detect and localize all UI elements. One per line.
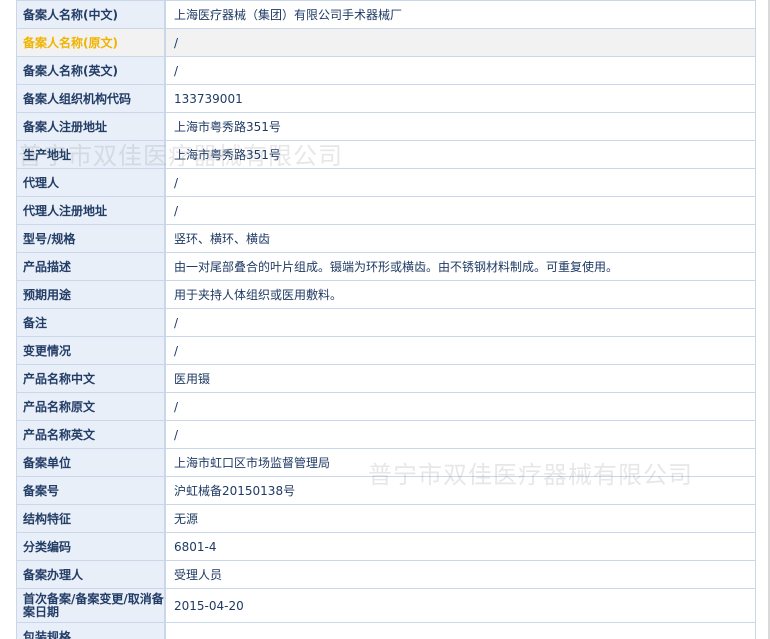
table-row: 备案人组织机构代码 133739001 bbox=[16, 84, 756, 113]
table-row: 备案人名称(英文) / bbox=[16, 56, 756, 85]
table-row: 分类编码 6801-4 bbox=[16, 532, 756, 561]
field-label: 结构特征 bbox=[16, 504, 166, 533]
table-row: 代理人注册地址 / bbox=[16, 196, 756, 225]
field-value: / bbox=[164, 196, 756, 225]
field-value: 上海医疗器械（集团）有限公司手术器械厂 bbox=[164, 0, 756, 29]
field-value: 133739001 bbox=[164, 84, 756, 113]
table-row: 备案人名称(中文) 上海医疗器械（集团）有限公司手术器械厂 bbox=[16, 0, 756, 29]
field-value: 2015-04-20 bbox=[164, 588, 756, 623]
field-value: 6801-4 bbox=[164, 532, 756, 561]
field-label: 备案人名称(原文) bbox=[16, 28, 166, 57]
field-label: 备案人组织机构代码 bbox=[16, 84, 166, 113]
field-label: 备案办理人 bbox=[16, 560, 166, 589]
field-value: / bbox=[164, 168, 756, 197]
field-value: 上海市虹口区市场监督管理局 bbox=[164, 448, 756, 477]
table-row: 预期用途 用于夹持人体组织或医用敷料。 bbox=[16, 280, 756, 309]
table-row: 型号/规格 竖环、横环、横齿 bbox=[16, 224, 756, 253]
field-label: 分类编码 bbox=[16, 532, 166, 561]
field-label: 备案单位 bbox=[16, 448, 166, 477]
table-row: 备案办理人 受理人员 bbox=[16, 560, 756, 589]
field-value: / bbox=[164, 56, 756, 85]
record-rows: 备案人名称(中文) 上海医疗器械（集团）有限公司手术器械厂 备案人名称(原文) / 备案… bbox=[16, 0, 756, 639]
field-value: 上海市粤秀路351号 bbox=[164, 140, 756, 169]
field-value: 无源 bbox=[164, 504, 756, 533]
field-value: 竖环、横环、横齿 bbox=[164, 224, 756, 253]
field-label: 产品名称原文 bbox=[16, 392, 166, 421]
field-value: / bbox=[164, 392, 756, 421]
field-value: 上海市粤秀路351号 bbox=[164, 112, 756, 141]
field-value bbox=[164, 622, 756, 639]
field-label: 产品名称中文 bbox=[16, 364, 166, 393]
table-row: 产品描述 由一对尾部叠合的叶片组成。镊端为环形或横齿。由不锈钢材料制成。可重复使用… bbox=[16, 252, 756, 281]
table-row: 产品名称中文 医用镊 bbox=[16, 364, 756, 393]
field-label: 备案人名称(英文) bbox=[16, 56, 166, 85]
table-row: 产品名称英文 / bbox=[16, 420, 756, 449]
table-row: 备案号 沪虹械备20150138号 bbox=[16, 476, 756, 505]
field-label: 变更情况 bbox=[16, 336, 166, 365]
field-label: 生产地址 bbox=[16, 140, 166, 169]
field-value: 沪虹械备20150138号 bbox=[164, 476, 756, 505]
field-value: 医用镊 bbox=[164, 364, 756, 393]
table-row: 备案人名称(原文) / bbox=[16, 28, 756, 57]
table-row: 生产地址 上海市粤秀路351号 bbox=[16, 140, 756, 169]
field-label: 备注 bbox=[16, 308, 166, 337]
table-row: 产品名称原文 / bbox=[16, 392, 756, 421]
table-row: 首次备案/备案变更/取消备案日期 2015-04-20 bbox=[16, 588, 756, 623]
field-label: 备案人注册地址 bbox=[16, 112, 166, 141]
field-label: 产品描述 bbox=[16, 252, 166, 281]
table-row: 变更情况 / bbox=[16, 336, 756, 365]
field-label: 型号/规格 bbox=[16, 224, 166, 253]
field-label: 备案号 bbox=[16, 476, 166, 505]
field-label: 包装规格 bbox=[16, 622, 166, 639]
field-label: 备案人名称(中文) bbox=[16, 0, 166, 29]
table-row: 备案人注册地址 上海市粤秀路351号 bbox=[16, 112, 756, 141]
table-row: 结构特征 无源 bbox=[16, 504, 756, 533]
record-detail-table: 备案人名称(中文) 上海医疗器械（集团）有限公司手术器械厂 备案人名称(原文) / 备案… bbox=[16, 0, 756, 639]
field-label: 代理人注册地址 bbox=[16, 196, 166, 225]
field-label: 预期用途 bbox=[16, 280, 166, 309]
table-row: 备注 / bbox=[16, 308, 756, 337]
field-label: 代理人 bbox=[16, 168, 166, 197]
field-label: 首次备案/备案变更/取消备案日期 bbox=[16, 588, 166, 623]
table-row: 包装规格 bbox=[16, 622, 756, 639]
field-value: / bbox=[164, 28, 756, 57]
table-row: 代理人 / bbox=[16, 168, 756, 197]
field-value: / bbox=[164, 420, 756, 449]
field-label: 产品名称英文 bbox=[16, 420, 166, 449]
field-value: 由一对尾部叠合的叶片组成。镊端为环形或横齿。由不锈钢材料制成。可重复使用。 bbox=[164, 252, 756, 281]
field-value: 受理人员 bbox=[164, 560, 756, 589]
field-value: 用于夹持人体组织或医用敷料。 bbox=[164, 280, 756, 309]
table-row: 备案单位 上海市虹口区市场监督管理局 bbox=[16, 448, 756, 477]
field-value: / bbox=[164, 308, 756, 337]
field-value: / bbox=[164, 336, 756, 365]
